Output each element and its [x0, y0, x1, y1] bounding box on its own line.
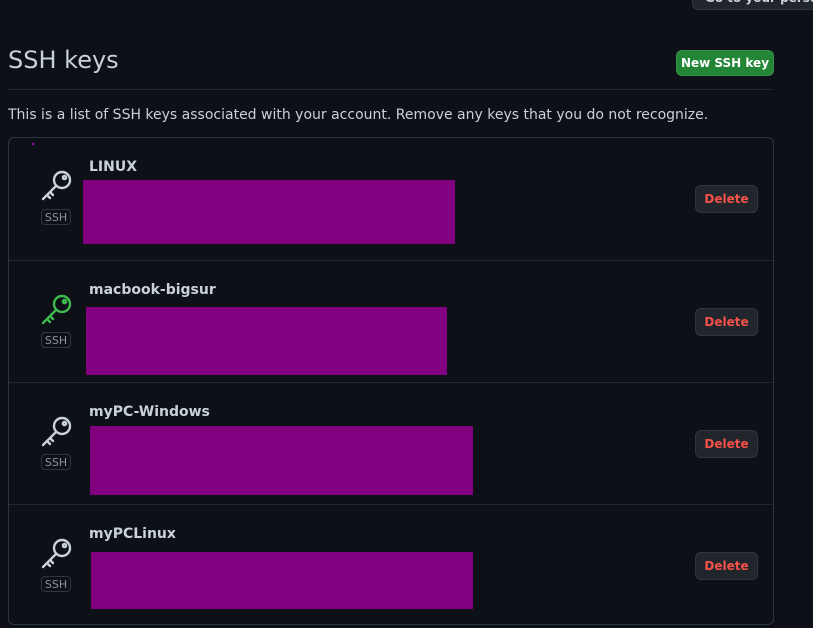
key-name: macbook-bigsur: [89, 282, 216, 298]
ssh-key-row: SSH myPC-Windows Delete: [9, 382, 773, 504]
delete-key-button[interactable]: Delete: [695, 552, 758, 580]
delete-key-button[interactable]: Delete: [695, 430, 758, 458]
ssh-type-badge: SSH: [41, 576, 71, 592]
key-name: myPCLinux: [89, 526, 176, 542]
ssh-key-row: SSH macbook-bigsur Delete: [9, 260, 773, 382]
page-title: SSH keys: [8, 46, 119, 74]
page-description: This is a list of SSH keys associated wi…: [8, 107, 709, 123]
redacted-key-details: [83, 180, 455, 244]
delete-key-button[interactable]: Delete: [695, 185, 758, 213]
redacted-key-details: [91, 552, 473, 609]
ssh-type-badge: SSH: [41, 209, 71, 225]
ssh-type-badge: SSH: [41, 332, 71, 348]
new-ssh-key-button[interactable]: New SSH key: [676, 50, 774, 76]
key-icon: [41, 538, 72, 569]
key-icon: [41, 416, 72, 447]
key-icon: [41, 294, 72, 325]
ssh-key-row: SSH LINUX Delete: [9, 138, 773, 260]
redacted-key-details: [86, 307, 447, 375]
ssh-key-row: SSH myPCLinux Delete: [9, 504, 773, 624]
key-name: myPC-Windows: [89, 404, 210, 420]
key-icon: [41, 170, 72, 201]
key-name: LINUX: [89, 159, 138, 175]
delete-key-button[interactable]: Delete: [695, 308, 758, 336]
redacted-key-details: [90, 426, 473, 495]
go-to-profile-button[interactable]: Go to your personal profile: [692, 0, 813, 10]
ssh-type-badge: SSH: [41, 454, 71, 470]
ssh-key-list: SSH LINUX Delete SSH macbook-bigsur Dele…: [8, 137, 774, 625]
title-divider: [8, 89, 774, 90]
